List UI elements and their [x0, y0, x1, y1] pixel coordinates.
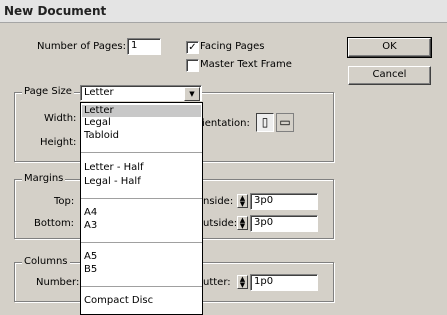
page-size-option-a5[interactable]: A5: [82, 251, 201, 263]
page-size-option-legal[interactable]: Legal: [82, 117, 201, 129]
number-of-pages-input[interactable]: 1: [127, 38, 161, 55]
page-size-option-legal-half[interactable]: Legal - Half: [82, 176, 201, 188]
outside-margin-stepper[interactable]: ▲ ▼: [237, 216, 248, 230]
page-size-option-a3[interactable]: A3: [82, 220, 201, 232]
master-text-frame-checkbox[interactable]: [186, 59, 199, 72]
top-margin-label: Top:: [54, 196, 75, 207]
columns-group-title: Columns: [22, 256, 70, 267]
page-size-option-a4[interactable]: A4: [82, 207, 201, 219]
page-size-option-b5[interactable]: B5: [82, 264, 201, 276]
inside-margin-stepper[interactable]: ▲ ▼: [237, 194, 248, 208]
dropdown-separator: [81, 198, 202, 199]
master-text-frame-label: Master Text Frame: [200, 59, 292, 70]
landscape-orientation-icon[interactable]: ▭: [276, 113, 294, 132]
page-size-group-title: Page Size: [22, 86, 74, 97]
height-label: Height:: [40, 137, 77, 148]
title-bar[interactable]: New Document: [0, 0, 447, 23]
portrait-orientation-icon[interactable]: ▯: [256, 113, 274, 132]
page-size-option-tabloid[interactable]: Tabloid: [82, 130, 201, 142]
new-document-dialog: New Document Number of Pages: 1 ✓ Facing…: [0, 0, 447, 315]
orientation-label: ientation:: [202, 118, 250, 129]
width-label: Width:: [44, 113, 77, 124]
gutter-input[interactable]: 1p0: [250, 274, 318, 291]
facing-pages-label: Facing Pages: [200, 41, 265, 52]
dropdown-separator: [81, 242, 202, 243]
facing-pages-checkbox[interactable]: ✓: [186, 41, 199, 54]
page-size-option-compact-disc[interactable]: Compact Disc: [82, 295, 201, 307]
dropdown-separator: [81, 152, 202, 153]
outside-margin-label: utside:: [203, 218, 238, 229]
page-size-option-letter-half[interactable]: Letter - Half: [82, 162, 201, 174]
gutter-stepper[interactable]: ▲ ▼: [237, 275, 248, 289]
bottom-margin-label: Bottom:: [34, 218, 75, 229]
column-number-label: Number:: [36, 277, 80, 288]
inside-margin-label: nside:: [203, 196, 234, 207]
number-of-pages-label: Number of Pages:: [37, 41, 126, 52]
page-size-select[interactable]: Letter ▼: [80, 85, 202, 101]
ok-button[interactable]: OK: [347, 37, 432, 58]
page-size-dropdown-list: Letter Legal Tabloid Letter - Half Legal…: [80, 102, 203, 315]
page-size-option-letter[interactable]: Letter: [82, 105, 201, 117]
inside-margin-input[interactable]: 3p0: [250, 193, 318, 210]
dropdown-separator: [81, 286, 202, 287]
window-title: New Document: [4, 4, 107, 18]
gutter-label: utter:: [203, 277, 231, 288]
margins-group-title: Margins: [22, 173, 66, 184]
chevron-down-icon[interactable]: ▼: [184, 87, 200, 101]
outside-margin-input[interactable]: 3p0: [250, 215, 318, 232]
page-size-value: Letter: [84, 87, 114, 98]
cancel-button[interactable]: Cancel: [348, 66, 431, 85]
